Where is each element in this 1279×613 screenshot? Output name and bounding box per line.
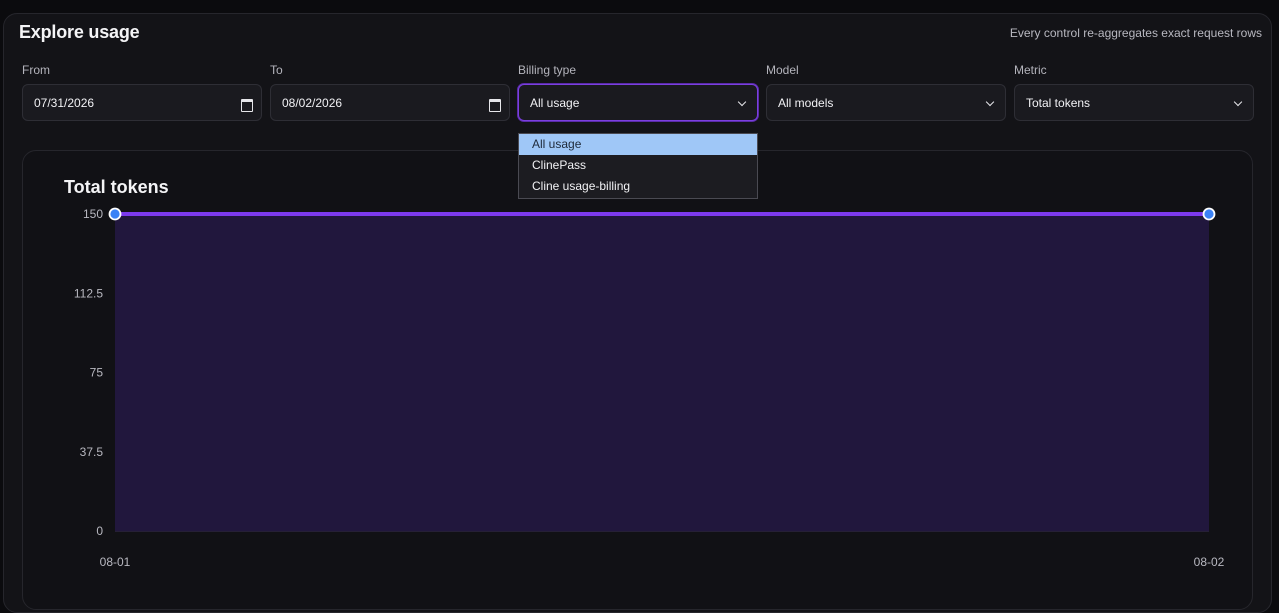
y-tick-label: 37.5 [80,445,104,459]
dropdown-option-clinepass[interactable]: ClinePass [519,155,757,176]
usage-area-chart: 0 37.5 75 112.5 150 08-01 08-02 [74,207,1225,569]
data-point [108,207,122,221]
x-tick-label: 08-02 [1194,555,1225,569]
y-tick-label: 75 [90,366,104,380]
y-tick-label: 150 [83,207,103,221]
y-tick-label: 112.5 [74,286,103,300]
billing-type-dropdown: All usage ClinePass Cline usage-billing [518,133,758,199]
y-tick-label: 0 [96,524,103,538]
x-tick-label: 08-01 [100,555,131,569]
dropdown-option-cline-usage-billing[interactable]: Cline usage-billing [519,176,757,197]
dropdown-option-all-usage[interactable]: All usage [519,134,757,155]
chart-area [115,214,1209,531]
area-fill [115,214,1209,531]
data-point [1202,207,1216,221]
